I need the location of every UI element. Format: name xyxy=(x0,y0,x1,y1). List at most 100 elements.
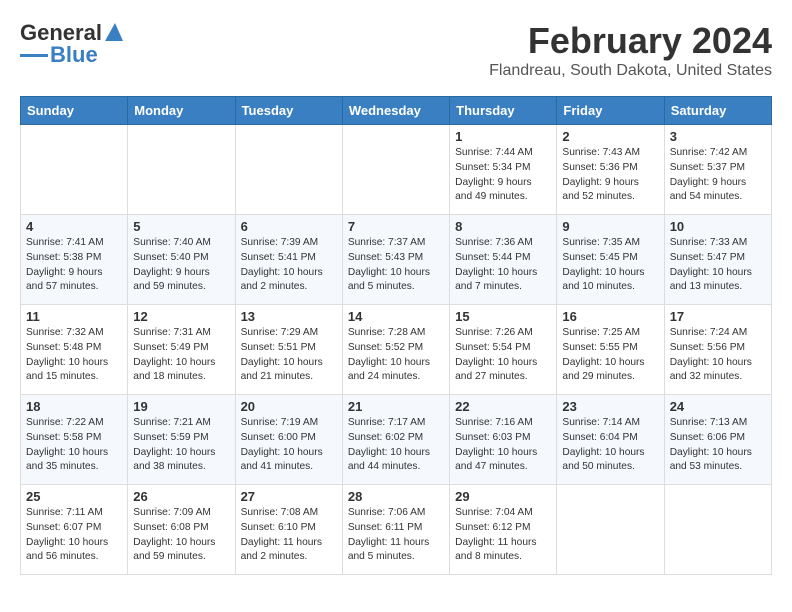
header-sunday: Sunday xyxy=(21,97,128,125)
calendar-cell: 18 Sunrise: 7:22 AM Sunset: 5:58 PM Dayli… xyxy=(21,395,128,485)
day-number: 18 xyxy=(26,399,122,414)
calendar-cell: 22 Sunrise: 7:16 AM Sunset: 6:03 PM Dayli… xyxy=(450,395,557,485)
day-number: 1 xyxy=(455,129,551,144)
day-info: Sunrise: 7:14 AM Sunset: 6:04 PM Dayligh… xyxy=(562,416,658,475)
day-info: Sunrise: 7:32 AM Sunset: 5:48 PM Dayligh… xyxy=(26,326,122,385)
calendar-cell: 27 Sunrise: 7:08 AM Sunset: 6:10 PM Dayli… xyxy=(235,485,342,575)
header-tuesday: Tuesday xyxy=(235,97,342,125)
header-wednesday: Wednesday xyxy=(342,97,449,125)
logo-arrow-icon xyxy=(103,21,125,43)
header-saturday: Saturday xyxy=(664,97,771,125)
calendar-cell: 20 Sunrise: 7:19 AM Sunset: 6:00 PM Dayli… xyxy=(235,395,342,485)
calendar-cell: 1Sunrise: 7:44 AM Sunset: 5:34 PM Daylig… xyxy=(450,125,557,215)
calendar-cell: 23 Sunrise: 7:14 AM Sunset: 6:04 PM Dayli… xyxy=(557,395,664,485)
calendar-week-row: 1Sunrise: 7:44 AM Sunset: 5:34 PM Daylig… xyxy=(21,125,772,215)
day-number: 7 xyxy=(348,219,444,234)
day-number: 26 xyxy=(133,489,229,504)
day-number: 20 xyxy=(241,399,337,414)
calendar-cell: 15Sunrise: 7:26 AM Sunset: 5:54 PM Dayli… xyxy=(450,305,557,395)
calendar-cell: 13Sunrise: 7:29 AM Sunset: 5:51 PM Dayli… xyxy=(235,305,342,395)
day-number: 2 xyxy=(562,129,658,144)
calendar-cell xyxy=(342,125,449,215)
calendar-cell xyxy=(664,485,771,575)
day-info: Sunrise: 7:08 AM Sunset: 6:10 PM Dayligh… xyxy=(241,506,337,565)
calendar-cell: 11 Sunrise: 7:32 AM Sunset: 5:48 PM Dayli… xyxy=(21,305,128,395)
calendar-cell: 3 Sunrise: 7:42 AM Sunset: 5:37 PM Daylig… xyxy=(664,125,771,215)
day-info: Sunrise: 7:35 AM Sunset: 5:45 PM Dayligh… xyxy=(562,236,658,295)
calendar-week-row: 25Sunrise: 7:11 AM Sunset: 6:07 PM Dayli… xyxy=(21,485,772,575)
day-info: Sunrise: 7:42 AM Sunset: 5:37 PM Dayligh… xyxy=(670,146,766,205)
day-number: 3 xyxy=(670,129,766,144)
day-info: Sunrise: 7:19 AM Sunset: 6:00 PM Dayligh… xyxy=(241,416,337,475)
day-number: 6 xyxy=(241,219,337,234)
day-number: 24 xyxy=(670,399,766,414)
calendar-cell xyxy=(557,485,664,575)
calendar-week-row: 18 Sunrise: 7:22 AM Sunset: 5:58 PM Dayli… xyxy=(21,395,772,485)
day-number: 14 xyxy=(348,309,444,324)
calendar-week-row: 11 Sunrise: 7:32 AM Sunset: 5:48 PM Dayli… xyxy=(21,305,772,395)
day-info: Sunrise: 7:16 AM Sunset: 6:03 PM Dayligh… xyxy=(455,416,551,475)
day-info: Sunrise: 7:36 AM Sunset: 5:44 PM Dayligh… xyxy=(455,236,551,295)
calendar-cell: 21 Sunrise: 7:17 AM Sunset: 6:02 PM Dayli… xyxy=(342,395,449,485)
day-info: Sunrise: 7:09 AM Sunset: 6:08 PM Dayligh… xyxy=(133,506,229,565)
calendar-cell: 2 Sunrise: 7:43 AM Sunset: 5:36 PM Daylig… xyxy=(557,125,664,215)
day-info: Sunrise: 7:43 AM Sunset: 5:36 PM Dayligh… xyxy=(562,146,658,205)
day-info: Sunrise: 7:22 AM Sunset: 5:58 PM Dayligh… xyxy=(26,416,122,475)
day-info: Sunrise: 7:37 AM Sunset: 5:43 PM Dayligh… xyxy=(348,236,444,295)
calendar-cell: 26 Sunrise: 7:09 AM Sunset: 6:08 PM Dayli… xyxy=(128,485,235,575)
day-number: 16 xyxy=(562,309,658,324)
day-info: Sunrise: 7:24 AM Sunset: 5:56 PM Dayligh… xyxy=(670,326,766,385)
calendar-cell: 4 Sunrise: 7:41 AM Sunset: 5:38 PM Daylig… xyxy=(21,215,128,305)
day-info: Sunrise: 7:17 AM Sunset: 6:02 PM Dayligh… xyxy=(348,416,444,475)
header-friday: Friday xyxy=(557,97,664,125)
day-number: 21 xyxy=(348,399,444,414)
day-number: 27 xyxy=(241,489,337,504)
day-number: 29 xyxy=(455,489,551,504)
day-info: Sunrise: 7:04 AM Sunset: 6:12 PM Dayligh… xyxy=(455,506,551,565)
day-number: 8 xyxy=(455,219,551,234)
day-number: 5 xyxy=(133,219,229,234)
calendar-cell: 12Sunrise: 7:31 AM Sunset: 5:49 PM Dayli… xyxy=(128,305,235,395)
month-title: February 2024 xyxy=(489,20,772,62)
day-info: Sunrise: 7:40 AM Sunset: 5:40 PM Dayligh… xyxy=(133,236,229,295)
page-header: General Blue February 2024 Flandreau, So… xyxy=(20,20,772,80)
day-info: Sunrise: 7:33 AM Sunset: 5:47 PM Dayligh… xyxy=(670,236,766,295)
calendar-cell: 10 Sunrise: 7:33 AM Sunset: 5:47 PM Dayli… xyxy=(664,215,771,305)
calendar-cell: 9 Sunrise: 7:35 AM Sunset: 5:45 PM Daylig… xyxy=(557,215,664,305)
calendar-cell: 16 Sunrise: 7:25 AM Sunset: 5:55 PM Dayli… xyxy=(557,305,664,395)
calendar-cell: 5 Sunrise: 7:40 AM Sunset: 5:40 PM Daylig… xyxy=(128,215,235,305)
calendar-cell: 7 Sunrise: 7:37 AM Sunset: 5:43 PM Daylig… xyxy=(342,215,449,305)
calendar-cell: 14 Sunrise: 7:28 AM Sunset: 5:52 PM Dayli… xyxy=(342,305,449,395)
day-number: 15 xyxy=(455,309,551,324)
calendar-cell: 28 Sunrise: 7:06 AM Sunset: 6:11 PM Dayli… xyxy=(342,485,449,575)
day-number: 19 xyxy=(133,399,229,414)
calendar-week-row: 4 Sunrise: 7:41 AM Sunset: 5:38 PM Daylig… xyxy=(21,215,772,305)
calendar-cell: 19 Sunrise: 7:21 AM Sunset: 5:59 PM Dayli… xyxy=(128,395,235,485)
calendar-title-section: February 2024 Flandreau, South Dakota, U… xyxy=(489,20,772,80)
logo: General Blue xyxy=(20,20,125,68)
calendar-cell xyxy=(21,125,128,215)
header-thursday: Thursday xyxy=(450,97,557,125)
header-monday: Monday xyxy=(128,97,235,125)
day-info: Sunrise: 7:13 AM Sunset: 6:06 PM Dayligh… xyxy=(670,416,766,475)
day-number: 4 xyxy=(26,219,122,234)
day-number: 28 xyxy=(348,489,444,504)
day-number: 9 xyxy=(562,219,658,234)
day-number: 11 xyxy=(26,309,122,324)
day-number: 25 xyxy=(26,489,122,504)
day-info: Sunrise: 7:25 AM Sunset: 5:55 PM Dayligh… xyxy=(562,326,658,385)
day-number: 17 xyxy=(670,309,766,324)
day-info: Sunrise: 7:21 AM Sunset: 5:59 PM Dayligh… xyxy=(133,416,229,475)
calendar-cell: 25Sunrise: 7:11 AM Sunset: 6:07 PM Dayli… xyxy=(21,485,128,575)
calendar-table: SundayMondayTuesdayWednesdayThursdayFrid… xyxy=(20,96,772,575)
day-info: Sunrise: 7:06 AM Sunset: 6:11 PM Dayligh… xyxy=(348,506,444,565)
calendar-cell: 29 Sunrise: 7:04 AM Sunset: 6:12 PM Dayli… xyxy=(450,485,557,575)
day-info: Sunrise: 7:41 AM Sunset: 5:38 PM Dayligh… xyxy=(26,236,122,295)
day-number: 10 xyxy=(670,219,766,234)
day-info: Sunrise: 7:28 AM Sunset: 5:52 PM Dayligh… xyxy=(348,326,444,385)
day-number: 22 xyxy=(455,399,551,414)
calendar-cell: 17 Sunrise: 7:24 AM Sunset: 5:56 PM Dayli… xyxy=(664,305,771,395)
calendar-cell xyxy=(235,125,342,215)
day-number: 23 xyxy=(562,399,658,414)
location-title: Flandreau, South Dakota, United States xyxy=(489,62,772,80)
